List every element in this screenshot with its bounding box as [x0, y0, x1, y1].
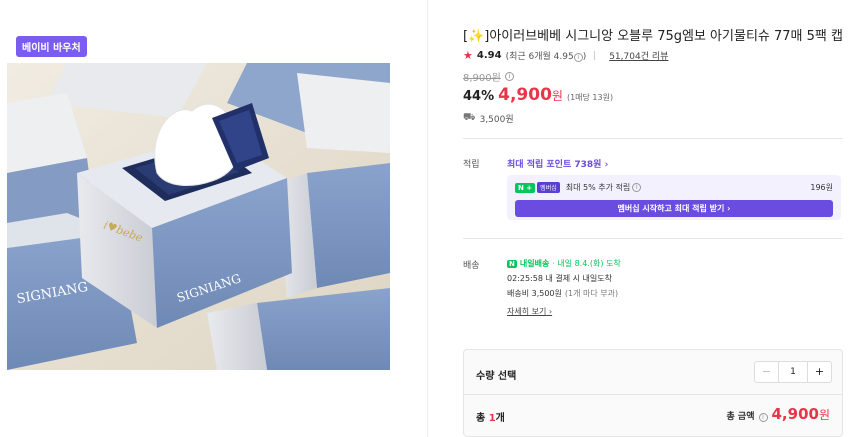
quantity-stepper[interactable]: − 1 + [754, 361, 832, 383]
rating-value: 4.94 [476, 50, 502, 61]
decrease-button[interactable]: − [755, 362, 779, 382]
divider [594, 51, 596, 60]
countdown: 02:25:58 내 결제 시 내일도착 [507, 274, 612, 283]
total-amount: 총 금액 i 4,900원 [726, 405, 830, 423]
quantity-value[interactable]: 1 [779, 362, 807, 382]
product-title: [✨]아이러브베베 시그니앙 오블루 75g엠보 아기물티슈 77매 5팩 캡형 [463, 29, 843, 44]
truck-icon: ⛟ [463, 112, 476, 123]
discount-rate: 44% [463, 89, 495, 104]
info-icon[interactable]: i [758, 413, 768, 422]
shipping-detail-link[interactable]: 자세히 보기 › [507, 306, 552, 317]
quantity-label: 수량 선택 [476, 371, 517, 382]
total-count: 총 1개 [476, 413, 505, 424]
info-icon[interactable]: i [504, 72, 514, 81]
npay-badge: N + 멤버십 최대 5% 추가 적립 i [515, 182, 642, 193]
product-photo[interactable]: SIGNIANG SIGNIANG i♥bebe [7, 63, 390, 370]
shipping-fee: 배송비 3,500원 (1개 마다 부과) [507, 289, 619, 298]
npay-icon: N + [515, 182, 536, 193]
product-image-panel: 베이비 바우처 SIGNIANG SIGNIANG i♥bebe [0, 0, 428, 437]
original-price: 8,900원 i [463, 69, 514, 84]
info-icon[interactable]: i [632, 183, 642, 192]
info-icon[interactable]: i [573, 53, 583, 62]
npay-membership-box: N + 멤버십 최대 5% 추가 적립 i 196원 멤버십 시작하고 최대 적… [507, 175, 841, 220]
points-label: 적립 [463, 160, 480, 170]
divider [463, 238, 843, 239]
star-icon: ★ [463, 49, 473, 62]
tomorrow-delivery-icon: N [507, 259, 517, 268]
sale-price: 4,900원 [498, 85, 563, 105]
sparkle-icon: ✨ [468, 29, 485, 44]
divider [464, 394, 842, 395]
quantity-panel: 수량 선택 − 1 + 총 1개 총 금액 i 4,900원 [463, 349, 843, 437]
delivery-fee: ⛟ 3,500원 [463, 112, 514, 125]
price-row: 44% 4,900원 (1매당 13원) [463, 85, 613, 105]
recent-rating: (최근 6개월 4.95 i) [505, 52, 587, 62]
tomorrow-delivery: N 내일배송 · 내일 8.4.(화) 도착 [507, 259, 621, 268]
increase-button[interactable]: + [807, 362, 831, 382]
shipping-label: 배송 [463, 261, 480, 271]
voucher-badge: 베이비 바우처 [16, 36, 87, 57]
membership-start-button[interactable]: 멤버십 시작하고 최대 적립 받기 › [515, 200, 833, 217]
extra-points-amount: 196원 [810, 183, 833, 192]
rating-row: ★ 4.94 (최근 6개월 4.95 i) 51,704건 리뷰 [463, 49, 668, 62]
wet-wipes-illustration: SIGNIANG SIGNIANG i♥bebe [7, 63, 390, 370]
max-points-link[interactable]: 최대 적립 포인트 738원 › [507, 157, 608, 170]
review-count-link[interactable]: 51,704건 리뷰 [609, 49, 668, 62]
divider [463, 138, 843, 139]
unit-price: (1매당 13원) [566, 93, 614, 102]
